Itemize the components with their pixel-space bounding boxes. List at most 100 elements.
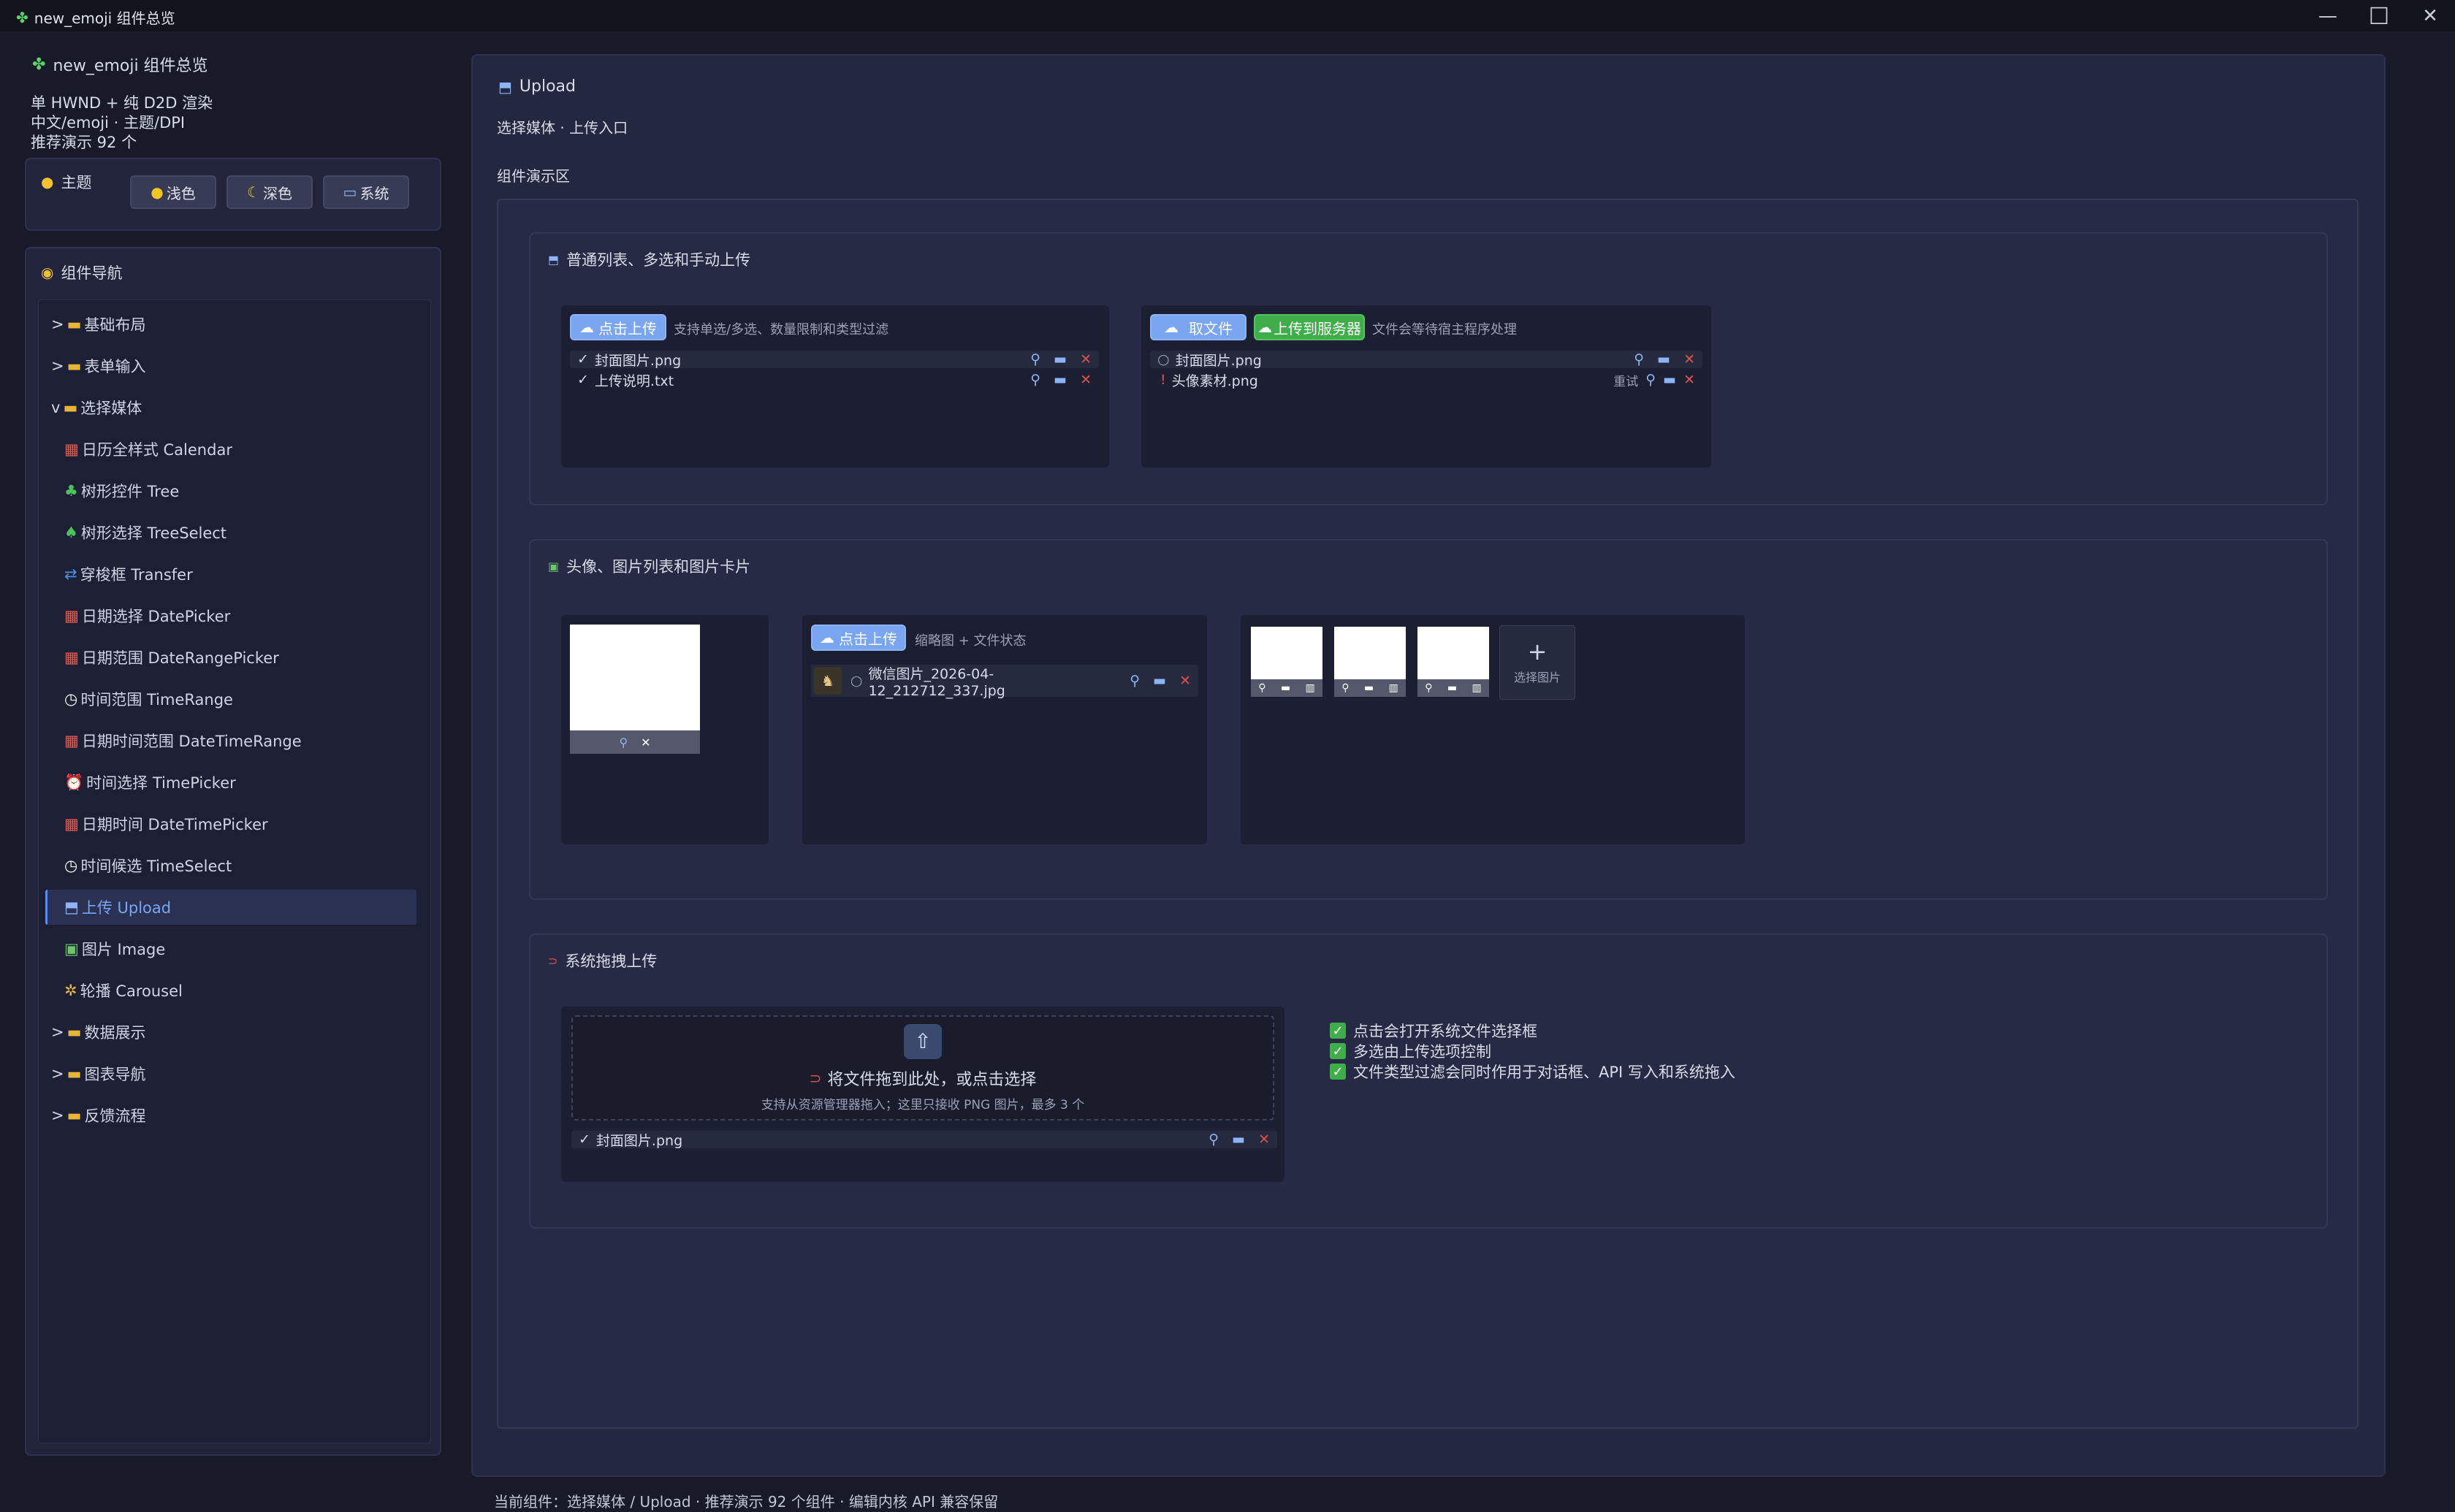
theme-label: ● 主题 <box>41 173 92 191</box>
sidebar-app-title: ✤ new_emoji 组件总览 <box>32 55 208 76</box>
trash-icon[interactable]: ▥ <box>1389 682 1398 694</box>
trash-icon[interactable]: ▥ <box>1472 682 1482 694</box>
nav-group-feedback[interactable]: > ▬ 反馈流程 <box>51 1098 145 1133</box>
magnifier-icon[interactable]: ⚲ <box>1425 682 1432 694</box>
theme-system-button[interactable]: ▭ 系统 <box>323 175 409 209</box>
nav-item-tree[interactable]: ♣ 树形控件 Tree <box>64 473 179 508</box>
nav-item-datetimerange[interactable]: ▦ 日期时间范围 DateTimeRange <box>64 723 302 758</box>
magnifier-icon[interactable]: ⚲ <box>1130 673 1140 689</box>
page-subtitle: 选择媒体 · 上传入口 <box>497 119 628 137</box>
upload-to-server-button[interactable]: ☁ 上传到服务器 <box>1254 314 1365 340</box>
remove-icon[interactable]: ✕ <box>1683 372 1695 388</box>
close-icon[interactable]: ✕ <box>641 736 650 749</box>
image-file-row[interactable]: ♞ ○ 微信图片_2026-04-12_212712_337.jpg ⚲ ▬ ✕ <box>811 665 1198 699</box>
folder-icon: ▬ <box>66 357 82 375</box>
image-card[interactable] <box>1334 627 1406 679</box>
nav-item-upload[interactable]: ⬒ 上传 Upload <box>64 890 171 925</box>
file-row[interactable]: ○ 封面图片.png ⚲ ▬ ✕ <box>1150 351 1702 369</box>
upload-tray-icon[interactable]: ▬ <box>1281 682 1290 694</box>
magnifier-icon[interactable]: ⚲ <box>1030 351 1040 367</box>
nav-group-form-input[interactable]: > ▬ 表单输入 <box>51 348 145 383</box>
nav-item-timepicker[interactable]: ⏰ 时间选择 TimePicker <box>64 765 236 800</box>
picture-icon: ▣ <box>548 559 560 573</box>
remove-icon[interactable]: ✕ <box>1080 372 1092 388</box>
section-image-upload-title: ▣ 头像、图片列表和图片卡片 <box>548 558 751 576</box>
section-drag-upload-title: ⊃ 系统拖拽上传 <box>548 952 658 970</box>
file-row[interactable]: ✓ 封面图片.png ⚲ ▬ ✕ <box>570 351 1099 369</box>
magnifier-icon[interactable]: ⚲ <box>1341 682 1349 694</box>
moon-icon: ☾ <box>247 183 260 201</box>
upload-tray-icon[interactable]: ▬ <box>1663 372 1676 388</box>
magnifier-icon[interactable]: ⚲ <box>1634 351 1644 367</box>
magnifier-icon[interactable]: ⚲ <box>1030 372 1040 388</box>
nav-group-chart-nav[interactable]: > ▬ 图表导航 <box>51 1056 145 1091</box>
magnifier-icon[interactable]: ⚲ <box>1645 372 1656 388</box>
drop-zone[interactable]: ⇧ ⊃ 将文件拖到此处，或点击选择 支持从资源管理器拖入；这里只接收 PNG 图… <box>571 1015 1274 1120</box>
arrows-cycle-icon: ⇄ <box>64 565 77 583</box>
info-line-2: 中文/emoji · 主题/DPI <box>31 114 186 131</box>
pick-file-button[interactable]: ☁ 取文件 <box>1150 314 1246 340</box>
upload-tray-icon[interactable]: ▬ <box>1364 682 1374 694</box>
folder-open-icon: ▬ <box>63 399 78 416</box>
upload-tray-icon[interactable]: ▬ <box>1657 351 1670 367</box>
compass-icon: ◉ <box>41 264 54 281</box>
upload-tray-icon[interactable]: ▬ <box>1054 372 1067 388</box>
nav-item-timeselect[interactable]: ◷ 时间候选 TimeSelect <box>64 848 232 883</box>
upload-tray-icon[interactable]: ▬ <box>1447 682 1457 694</box>
nav-item-transfer[interactable]: ⇄ 穿梭框 Transfer <box>64 557 193 592</box>
nav-item-image[interactable]: ▣ 图片 Image <box>64 931 165 966</box>
nav-group-select-media[interactable]: v ▬ 选择媒体 <box>51 390 142 425</box>
add-image-card[interactable]: + 选择图片 <box>1499 625 1575 700</box>
evergreen-icon: ♠ <box>64 524 78 541</box>
nav-item-timerange[interactable]: ◷ 时间范围 TimeRange <box>64 681 233 717</box>
magnifier-icon[interactable]: ⚲ <box>1209 1131 1219 1148</box>
click-upload-button[interactable]: ☁ 点击上传 <box>570 314 666 340</box>
close-button[interactable]: ✕ <box>2401 1 2455 31</box>
upload-arrow-icon: ⇧ <box>904 1023 942 1059</box>
nav-group-data-display[interactable]: > ▬ 数据展示 <box>51 1015 145 1050</box>
remove-icon[interactable]: ✕ <box>1258 1131 1270 1148</box>
image-list-hint: 缩略图 + 文件状态 <box>915 633 1027 649</box>
plus-icon: + <box>1527 638 1548 665</box>
nav-item-treeselect[interactable]: ♠ 树形选择 TreeSelect <box>64 515 227 550</box>
window-title: ✤ new_emoji 组件总览 <box>16 8 175 28</box>
file-row[interactable]: ! 头像素材.png 重试 ⚲ ▬ ✕ <box>1150 371 1702 389</box>
remove-icon[interactable]: ✕ <box>1179 673 1191 689</box>
tree-icon: ♣ <box>64 482 78 500</box>
nav-group-basic-layout[interactable]: > ▬ 基础布局 <box>51 307 145 342</box>
theme-light-button[interactable]: ● 浅色 <box>130 175 216 209</box>
magnifier-icon[interactable]: ⚲ <box>619 736 628 749</box>
upload-cloud-icon: ☁ <box>820 629 834 646</box>
theme-dark-button[interactable]: ☾ 深色 <box>227 175 313 209</box>
carousel-icon: ✲ <box>64 982 77 999</box>
nav-item-carousel[interactable]: ✲ 轮播 Carousel <box>64 973 183 1008</box>
upload-tray-icon[interactable]: ▬ <box>1232 1131 1245 1148</box>
image-card[interactable] <box>1417 627 1489 679</box>
upload-tray-icon[interactable]: ▬ <box>1054 351 1067 367</box>
basic-upload-hint: 支持单选/多选、数量限制和类型过滤 <box>674 322 889 337</box>
remove-icon[interactable]: ✕ <box>1683 351 1695 367</box>
nav-item-calendar[interactable]: ▦ 日历全样式 Calendar <box>64 432 232 467</box>
trash-icon[interactable]: ▥ <box>1306 682 1315 694</box>
image-list-upload-button[interactable]: ☁ 点击上传 <box>811 625 906 651</box>
calendar-icon: ▦ <box>64 815 79 833</box>
maximize-button[interactable]: ☐ <box>2350 1 2408 31</box>
nav-item-daterangepicker[interactable]: ▦ 日期范围 DateRangePicker <box>64 640 279 675</box>
upload-tray-icon[interactable]: ▬ <box>1153 673 1166 689</box>
retry-link[interactable]: 重试 <box>1613 371 1638 389</box>
remove-icon[interactable]: ✕ <box>1080 351 1092 367</box>
magnet-icon: ⊃ <box>809 1069 822 1087</box>
monitor-icon: ▭ <box>343 183 357 201</box>
minimize-button[interactable]: — <box>2299 1 2357 31</box>
inbox-tray-icon: ⬒ <box>548 252 560 267</box>
file-row[interactable]: ✓ 封面图片.png ⚲ ▬ ✕ <box>571 1131 1277 1149</box>
inbox-tray-icon: ⬒ <box>64 898 79 916</box>
image-card[interactable] <box>1251 627 1322 679</box>
file-row[interactable]: ✓ 上传说明.txt ⚲ ▬ ✕ <box>570 371 1099 389</box>
nav-item-datepicker[interactable]: ▦ 日期选择 DatePicker <box>64 598 230 633</box>
avatar-preview[interactable] <box>570 625 700 730</box>
calendar-icon: ▦ <box>64 440 79 458</box>
nav-item-datetimepicker[interactable]: ▦ 日期时间 DateTimePicker <box>64 806 268 841</box>
magnifier-icon[interactable]: ⚲ <box>1258 682 1265 694</box>
info-line-3: 推荐演示 92 个 <box>31 134 137 151</box>
